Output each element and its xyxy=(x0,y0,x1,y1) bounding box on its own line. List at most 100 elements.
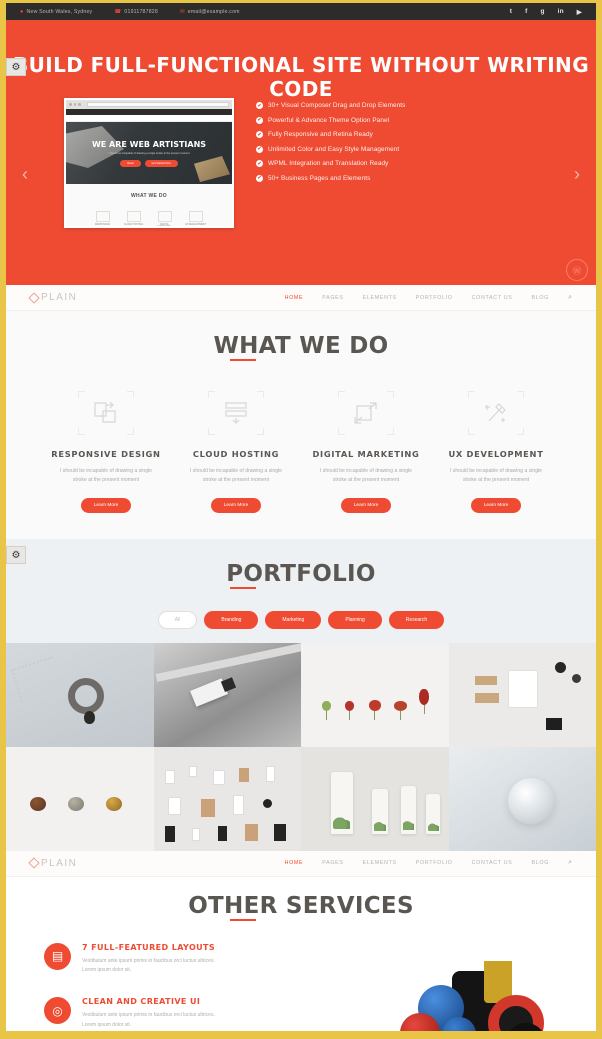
layout-grid-icon: ▤ xyxy=(44,942,71,970)
check-icon: ✔ xyxy=(256,160,263,167)
learn-more-button[interactable]: Learn More xyxy=(80,497,132,513)
nav-item-portfolio[interactable]: PORTFOLIO xyxy=(416,295,453,301)
hero-feature-text: 50+ Business Pages and Elements xyxy=(268,174,371,182)
expand-arrows-icon xyxy=(338,391,394,435)
map-pin-icon: ● xyxy=(20,8,24,15)
portfolio-item-usb-cable[interactable] xyxy=(153,642,301,747)
hero-feature-item: ✔ 50+ Business Pages and Elements xyxy=(256,174,405,182)
browser-button-primary: Read xyxy=(120,159,141,167)
nav-item-home[interactable]: HOME xyxy=(285,860,304,866)
other-service-desc-line2: Lorem ipsum dolor sit. xyxy=(82,967,132,974)
youtube-icon[interactable]: ▶ xyxy=(577,8,582,16)
linkedin-icon[interactable]: in xyxy=(558,8,564,15)
search-icon[interactable]: ⌕ xyxy=(568,294,572,302)
portfolio-title: PORTFOLIO xyxy=(6,561,596,587)
portfolio-item-red-fruits[interactable] xyxy=(301,642,449,747)
nav-items-secondary: HOME PAGES ELEMENTS PORTFOLIO CONTACT US… xyxy=(285,859,572,867)
portfolio-item-ring-pendant[interactable] xyxy=(6,642,154,747)
portfolio-section: PORTFOLIO All Branding Marketing Plannin… xyxy=(6,538,596,851)
service-desc: I should be incapable of drawing a singl… xyxy=(319,468,413,483)
other-service-title: 7 FULL-FEATURED LAYOUTS xyxy=(82,942,216,952)
nav-item-contact-us[interactable]: CONTACT US xyxy=(472,860,513,866)
topbar-location: ● New South Wales, Sydney xyxy=(20,9,92,15)
portfolio-filter-branding[interactable]: Branding xyxy=(204,610,259,629)
service-card-ux-development: UX DEVELOPMENT I should be incapable of … xyxy=(431,391,561,513)
hero-feature-list: ✔ 30+ Visual Composer Drag and Drop Elem… xyxy=(256,98,405,228)
page-root: ● New South Wales, Sydney ☎ 01911787828 … xyxy=(0,0,602,1039)
other-services-section: OTHER SERVICES ▤ 7 FULL-FEATURED LAYOUTS… xyxy=(6,876,596,1031)
eye-icon: ◎ xyxy=(44,997,71,1025)
hero-content: WE ARE WEB ARTISTIANS I should be incapa… xyxy=(6,98,596,228)
hero-feature-item: ✔ Powerful & Advance Theme Option Panel xyxy=(256,116,405,124)
learn-more-button[interactable]: Learn More xyxy=(210,497,262,513)
check-icon: ✔ xyxy=(256,131,263,138)
portfolio-item-painted-vases[interactable] xyxy=(301,746,449,851)
site-logo-secondary[interactable]: PLAIN xyxy=(28,857,77,869)
nav-item-pages[interactable]: PAGES xyxy=(322,860,343,866)
nav-item-pages[interactable]: PAGES xyxy=(322,295,343,301)
learn-more-button[interactable]: Learn More xyxy=(470,497,522,513)
learn-more-button[interactable]: Learn More xyxy=(340,497,392,513)
browser-hero-title: WE ARE WEB ARTISTIANS xyxy=(91,139,207,149)
server-download-icon xyxy=(208,391,264,435)
browser-hero-buttons: Read Get Started Now xyxy=(120,159,178,167)
diamond-icon xyxy=(28,857,40,869)
top-info-bar: ● New South Wales, Sydney ☎ 01911787828 … xyxy=(6,3,596,20)
browser-dot xyxy=(78,103,81,106)
diamond-icon xyxy=(28,291,40,304)
browser-tile: UX DEVELOPMENT xyxy=(184,211,207,226)
service-desc: I should be incapable of drawing a singl… xyxy=(189,468,283,483)
browser-tile-label: CLOUD HOSTING xyxy=(123,224,144,226)
browser-tile: DIGITAL MARKETING xyxy=(154,211,176,226)
portfolio-item-nuts-shells[interactable] xyxy=(6,746,154,851)
portfolio-item-branding-mockup[interactable] xyxy=(153,746,301,851)
nav-item-contact-us[interactable]: CONTACT US xyxy=(472,295,513,301)
service-title: CLOUD HOSTING xyxy=(192,449,280,459)
topbar-email[interactable]: ✉ email@example.com xyxy=(180,9,240,15)
browser-mockup: WE ARE WEB ARTISTIANS I should be incapa… xyxy=(64,98,234,228)
portfolio-filter-marketing[interactable]: Marketing xyxy=(265,610,322,629)
nav-item-blog[interactable]: BLOG xyxy=(532,860,550,866)
browser-hero-subtitle: I should be incapable of drawing a singl… xyxy=(108,151,190,155)
main-navigation: PLAIN HOME PAGES ELEMENTS PORTFOLIO CONT… xyxy=(6,285,596,311)
envelope-icon: ✉ xyxy=(179,8,185,15)
portfolio-filter-planning[interactable]: Planning xyxy=(328,610,382,629)
portfolio-filter-all[interactable]: All xyxy=(157,610,198,629)
topbar-social-links: t f g in ▶ xyxy=(510,8,582,16)
nav-item-elements[interactable]: ELEMENTS xyxy=(363,860,397,866)
topbar-phone-text: 01911787828 xyxy=(124,8,158,15)
portfolio-filter-research[interactable]: Research xyxy=(388,610,445,629)
topbar-phone[interactable]: ☎ 01911787828 xyxy=(114,9,158,15)
topbar-location-text: New South Wales, Sydney xyxy=(26,8,93,15)
other-service-desc-line1: Vestibulum ante ipsum primis in faucibus… xyxy=(82,957,215,964)
hero-feature-item: ✔ 30+ Visual Composer Drag and Drop Elem… xyxy=(256,102,405,109)
check-icon: ✔ xyxy=(256,174,263,182)
settings-gear-top-button[interactable]: ⚙ xyxy=(6,58,26,76)
portfolio-item-white-ball[interactable] xyxy=(448,746,596,851)
nav-item-blog[interactable]: BLOG xyxy=(532,295,550,301)
logo-text: PLAIN xyxy=(41,292,78,303)
search-icon[interactable]: ⌕ xyxy=(568,859,572,867)
browser-tile-label: UX DEVELOPMENT xyxy=(184,224,207,226)
nav-item-portfolio[interactable]: PORTFOLIO xyxy=(416,860,453,866)
check-icon: ✔ xyxy=(256,145,263,153)
nav-item-home[interactable]: HOME xyxy=(285,295,304,301)
twitter-icon[interactable]: t xyxy=(510,8,512,15)
slider-prev-arrow[interactable]: ‹ xyxy=(22,164,28,185)
responsive-devices-icon xyxy=(78,391,134,435)
slider-next-arrow[interactable]: › xyxy=(574,164,580,185)
facebook-icon[interactable]: f xyxy=(525,8,527,15)
browser-inner-nav xyxy=(66,115,232,122)
nav-item-elements[interactable]: ELEMENTS xyxy=(363,295,397,301)
browser-chrome xyxy=(66,100,232,109)
site-logo[interactable]: PLAIN xyxy=(28,291,78,304)
settings-gear-mid-button[interactable]: ⚙ xyxy=(6,546,26,564)
portfolio-item-desk-stationery[interactable] xyxy=(448,642,596,747)
browser-tile: RESPONSIVE DESIGN xyxy=(92,211,114,226)
service-title: UX DEVELOPMENT xyxy=(448,449,544,459)
service-title: DIGITAL MARKETING xyxy=(312,449,420,459)
hero-feature-text: Fully Responsive and Retina Ready xyxy=(268,131,373,138)
portfolio-grid xyxy=(6,642,596,851)
google-plus-icon[interactable]: g xyxy=(540,8,544,15)
check-icon: ✔ xyxy=(256,116,263,124)
